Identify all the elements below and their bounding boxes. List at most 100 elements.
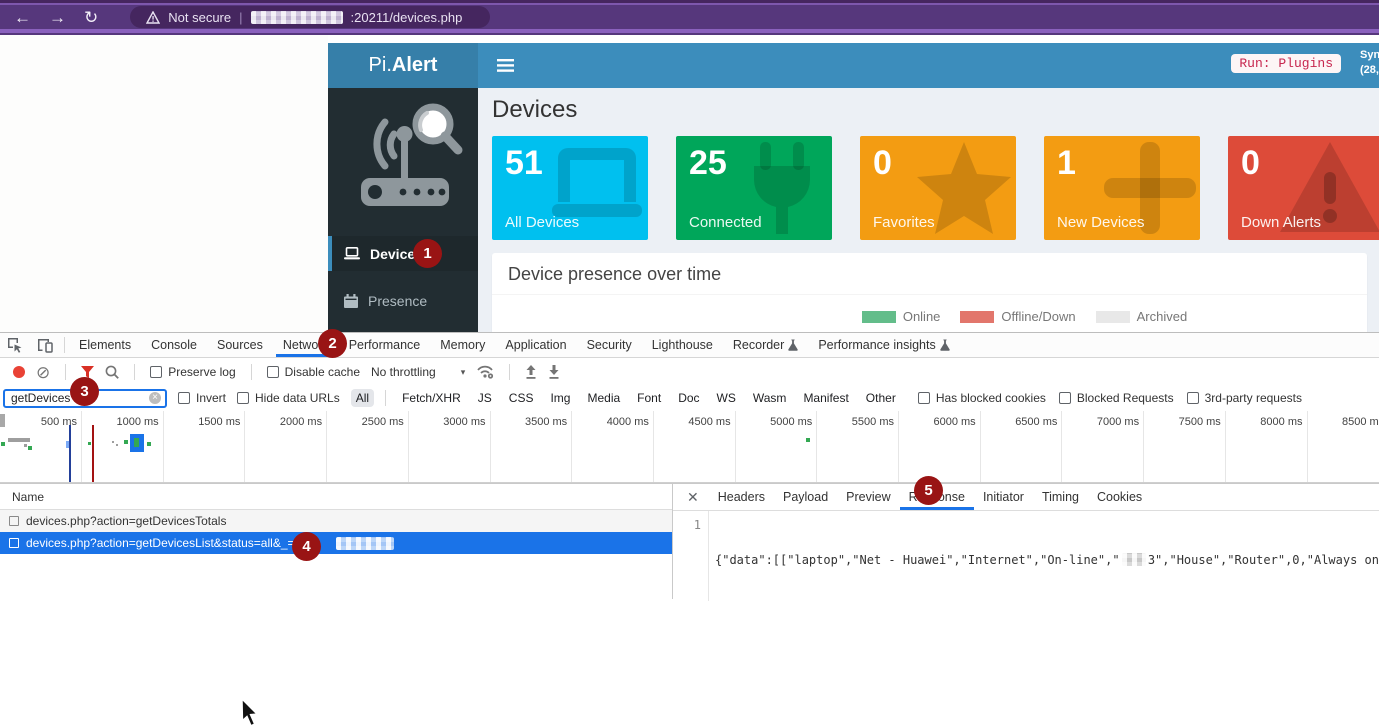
invert-checkbox[interactable]: Invert: [178, 391, 226, 405]
card-new-devices[interactable]: 1 New Devices: [1044, 136, 1200, 240]
filter-chip-doc[interactable]: Doc: [673, 389, 704, 407]
forward-icon[interactable]: →: [49, 9, 66, 26]
filter-chip-js[interactable]: JS: [473, 389, 497, 407]
legend-label: Online: [903, 309, 941, 324]
url-path: :20211/devices.php: [351, 10, 463, 25]
annotation-badge-3: 3: [70, 377, 99, 406]
devtools-tab-application[interactable]: Application: [498, 333, 573, 357]
import-har-icon[interactable]: [525, 365, 537, 379]
brand-prefix: Pi.: [369, 54, 392, 77]
card-down-alerts[interactable]: 0 Down Alerts: [1228, 136, 1379, 240]
hide-data-urls-checkbox[interactable]: Hide data URLs: [237, 391, 340, 405]
filter-chip-media[interactable]: Media: [582, 389, 625, 407]
filter-chip-css[interactable]: CSS: [504, 389, 539, 407]
3rd-party-requests-label: 3rd-party requests: [1205, 391, 1302, 405]
timeline-tick-4000-ms: 4000 ms: [572, 411, 654, 482]
response-content[interactable]: {"data":[["laptop","Net - Huawei","Inter…: [709, 511, 1379, 601]
chevron-down-icon[interactable]: ▾: [461, 367, 466, 378]
filter-chip-fetch-xhr[interactable]: Fetch/XHR: [397, 389, 466, 407]
checkbox-icon[interactable]: [9, 516, 19, 526]
request-mark: [1, 442, 5, 446]
blocked-requests-checkbox[interactable]: Blocked Requests: [1059, 391, 1174, 405]
filter-chip-manifest[interactable]: Manifest: [798, 389, 853, 407]
devtools-tab-security[interactable]: Security: [580, 333, 639, 357]
legend-swatch: [1096, 311, 1130, 323]
timeline-scroll-handle[interactable]: [0, 414, 5, 427]
preserve-log-checkbox[interactable]: Preserve log: [150, 365, 235, 379]
close-icon[interactable]: ✕: [677, 484, 709, 510]
response-tab-initiator[interactable]: Initiator: [974, 484, 1033, 510]
sidebar-item-devices[interactable]: Devices: [328, 236, 478, 271]
app-logo[interactable]: Pi.Alert: [328, 43, 478, 88]
header-corner-text: Syn(28,: [1360, 48, 1379, 78]
clear-icon[interactable]: ⊘: [36, 364, 50, 381]
disable-cache-label: Disable cache: [285, 365, 360, 379]
devtools-tab-sources[interactable]: Sources: [210, 333, 270, 357]
card-connected[interactable]: 25 Connected: [676, 136, 832, 240]
timeline-tick-7000-ms: 7000 ms: [1062, 411, 1144, 482]
back-icon[interactable]: ←: [14, 9, 31, 26]
filter-chip-other[interactable]: Other: [861, 389, 901, 407]
devtools-tab-memory[interactable]: Memory: [433, 333, 492, 357]
response-tab-cookies[interactable]: Cookies: [1088, 484, 1151, 510]
network-overview-timeline[interactable]: 8500 ms8000 ms7500 ms7000 ms6500 ms6000 …: [0, 411, 1379, 483]
request-row-selected[interactable]: devices.php?action=getDevicesList&status…: [0, 532, 672, 554]
legend-item-offline-down: Offline/Down: [960, 309, 1075, 324]
laptop-icon: [344, 247, 360, 260]
timeline-tick-4500-ms: 4500 ms: [654, 411, 736, 482]
run-plugins-button[interactable]: Run: Plugins: [1231, 54, 1341, 73]
address-bar[interactable]: Not secure | :20211/devices.php: [130, 6, 490, 28]
desktop-blank-area: [0, 35, 328, 332]
response-tab-payload[interactable]: Payload: [774, 484, 837, 510]
calendar-icon: [344, 294, 358, 308]
filter-chip-ws[interactable]: WS: [712, 389, 741, 407]
checkbox-icon: [918, 392, 930, 404]
response-tab-headers[interactable]: Headers: [709, 484, 774, 510]
card-all-devices[interactable]: 51 All Devices: [492, 136, 648, 240]
response-tab-timing[interactable]: Timing: [1033, 484, 1088, 510]
reload-icon[interactable]: ↻: [84, 9, 98, 26]
devtools-tab-performance-insights[interactable]: Performance insights: [811, 333, 956, 357]
devtools-tab-performance[interactable]: Performance: [342, 333, 428, 357]
sidebar-item-presence[interactable]: Presence: [328, 283, 478, 318]
record-icon[interactable]: [13, 366, 25, 378]
card-label: All Devices: [505, 214, 579, 231]
export-har-icon[interactable]: [548, 365, 560, 379]
presence-panel: Device presence over time OnlineOffline/…: [492, 253, 1367, 332]
network-conditions-icon[interactable]: [476, 365, 494, 379]
app-content: Devices 51 All Devices 25: [478, 88, 1379, 332]
request-row[interactable]: devices.php?action=getDevicesTotals: [0, 510, 672, 532]
filter-chip-all[interactable]: All: [351, 389, 374, 407]
line-number-gutter: 1: [673, 511, 709, 601]
card-favorites[interactable]: 0 Favorites: [860, 136, 1016, 240]
inspect-element-icon[interactable]: [0, 333, 30, 357]
3rd-party-requests-checkbox[interactable]: 3rd-party requests: [1187, 391, 1302, 405]
throttling-select[interactable]: No throttling: [371, 365, 436, 379]
filter-chip-img[interactable]: Img: [545, 389, 575, 407]
has-blocked-cookies-label: Has blocked cookies: [936, 391, 1046, 405]
filter-chip-wasm[interactable]: Wasm: [748, 389, 792, 407]
card-value: 1: [1057, 144, 1200, 183]
summary-cards: 51 All Devices 25 Connected: [492, 136, 1367, 240]
response-tab-preview[interactable]: Preview: [837, 484, 899, 510]
request-table-name-header[interactable]: Name: [0, 484, 672, 510]
devtools-tab-recorder[interactable]: Recorder: [726, 333, 805, 357]
card-label: Connected: [689, 214, 762, 231]
selected-request-inner: [134, 438, 139, 447]
has-blocked-cookies-checkbox[interactable]: Has blocked cookies: [918, 391, 1046, 405]
filter-chip-font[interactable]: Font: [632, 389, 666, 407]
devtools-tab-console[interactable]: Console: [144, 333, 204, 357]
devtools-tab-lighthouse[interactable]: Lighthouse: [645, 333, 720, 357]
devtools-tab-elements[interactable]: Elements: [72, 333, 138, 357]
more-filter-checkboxes: Has blocked cookies Blocked Requests 3rd-p…: [912, 391, 1302, 405]
card-value: 51: [505, 144, 648, 183]
timeline-tick-1500-ms: 1500 ms: [163, 411, 245, 482]
not-secure-warning-icon: [146, 11, 160, 24]
disable-cache-checkbox[interactable]: Disable cache: [267, 365, 360, 379]
search-icon[interactable]: [105, 365, 119, 379]
hamburger-menu-icon[interactable]: [497, 59, 514, 72]
request-mark: [28, 446, 32, 450]
clear-filter-icon[interactable]: ×: [149, 392, 161, 404]
checkbox-icon[interactable]: [9, 538, 19, 548]
device-toolbar-icon[interactable]: [30, 333, 60, 357]
